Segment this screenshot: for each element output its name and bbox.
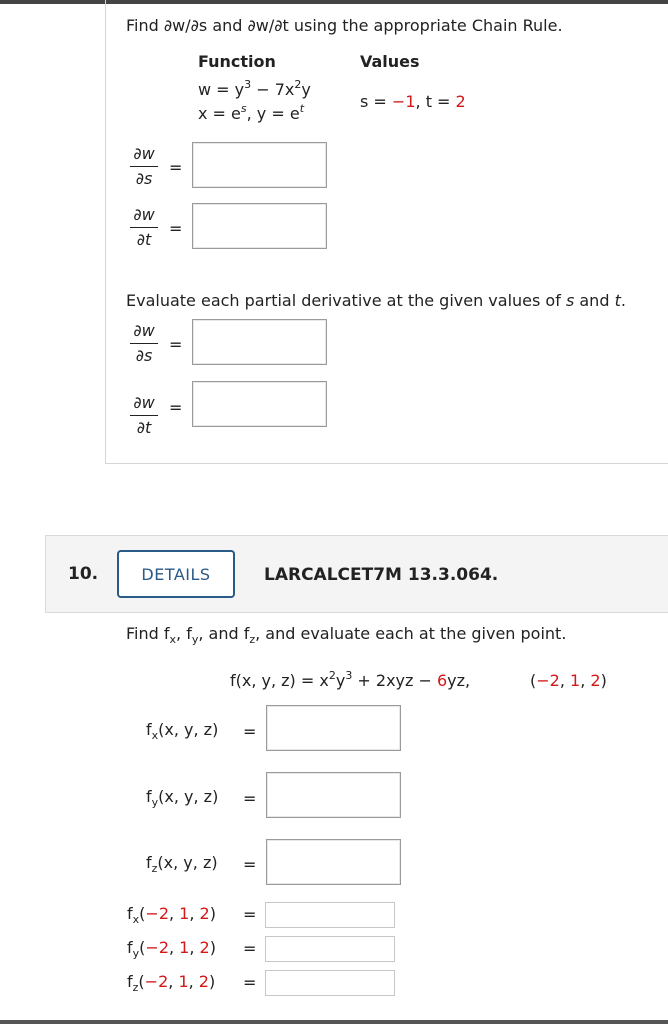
equals-sign: = xyxy=(243,722,257,741)
equals-sign: = xyxy=(243,789,257,808)
equals-sign: = xyxy=(169,335,183,354)
answer-input-fx[interactable] xyxy=(266,705,401,751)
eval-partial-w-s-label: ∂w ∂s xyxy=(130,321,158,366)
function-w: w = y3 − 7x2y xyxy=(198,78,311,99)
answer-input-fx-at-point[interactable] xyxy=(265,902,395,928)
equals-sign: = xyxy=(243,973,257,992)
answer-input-fy[interactable] xyxy=(266,772,401,818)
q10-point: (−2, 1, 2) xyxy=(530,671,607,690)
bottom-divider xyxy=(0,1020,668,1024)
partial-w-s-label: ∂w ∂s xyxy=(130,144,158,189)
answer-input-fz[interactable] xyxy=(266,839,401,885)
equals-sign: = xyxy=(169,219,183,238)
partial-w-t-label: ∂w ∂t xyxy=(130,205,158,250)
question-code: LARCALCET7M 13.3.064. xyxy=(264,565,499,585)
given-values: s = −1, t = 2 xyxy=(360,92,466,111)
q9-instruction: Find ∂w/∂s and ∂w/∂t using the appropria… xyxy=(126,16,563,35)
fy-label: fy(x, y, z) xyxy=(146,787,219,809)
answer-input-fy-at-point[interactable] xyxy=(265,936,395,962)
fx-at-point-label: fx(−2, 1, 2) xyxy=(127,904,216,926)
answer-input-eval-dw-dt[interactable] xyxy=(192,381,327,427)
question-number: 10. xyxy=(68,564,99,584)
answer-input-fz-at-point[interactable] xyxy=(265,970,395,996)
answer-input-dw-ds[interactable] xyxy=(192,142,327,188)
fx-label: fx(x, y, z) xyxy=(146,720,219,742)
equals-sign: = xyxy=(169,158,183,177)
answer-input-eval-dw-ds[interactable] xyxy=(192,319,327,365)
details-button[interactable]: DETAILS xyxy=(117,550,235,598)
function-xy: x = es, y = et xyxy=(198,102,305,123)
function-header: Function xyxy=(198,52,276,71)
values-header: Values xyxy=(360,52,420,71)
eval-partial-w-t-label: ∂w ∂t xyxy=(130,393,158,438)
fy-at-point-label: fy(−2, 1, 2) xyxy=(127,938,216,960)
q10-instruction: Find fx, fy, and fz, and evaluate each a… xyxy=(126,624,567,646)
q10-function: f(x, y, z) = x2y3 + 2xyz − 6yz, xyxy=(230,669,471,690)
answer-input-dw-dt[interactable] xyxy=(192,203,327,249)
fz-at-point-label: fz(−2, 1, 2) xyxy=(127,972,216,994)
evaluate-instruction: Evaluate each partial derivative at the … xyxy=(126,291,626,310)
equals-sign: = xyxy=(243,855,257,874)
equals-sign: = xyxy=(243,939,257,958)
equals-sign: = xyxy=(169,398,183,417)
fz-label: fz(x, y, z) xyxy=(146,853,218,875)
equals-sign: = xyxy=(243,905,257,924)
